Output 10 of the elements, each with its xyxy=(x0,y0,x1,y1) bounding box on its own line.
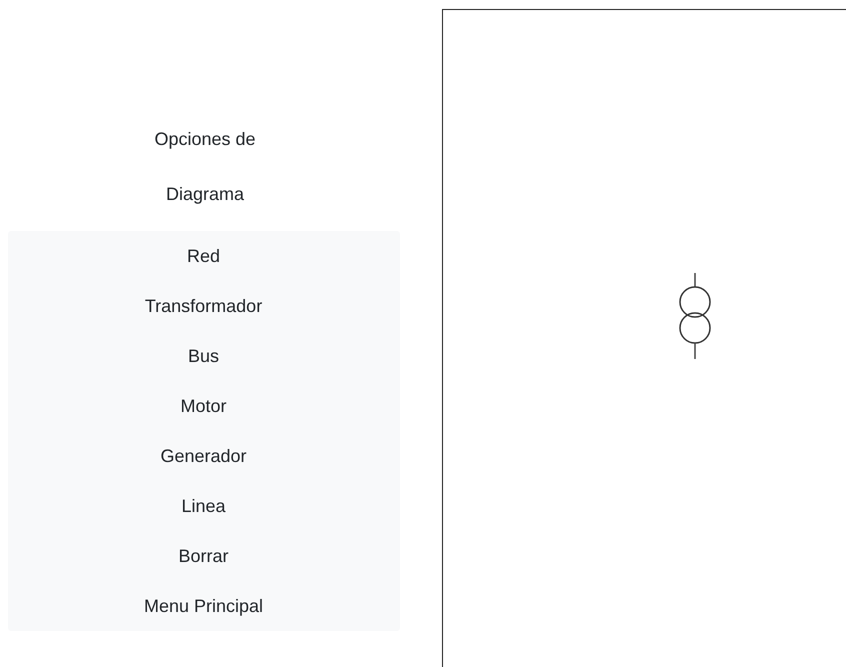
menu-item[interactable]: Transformador xyxy=(136,281,270,331)
menu-item[interactable]: Motor xyxy=(172,381,234,431)
sidebar-title: Opciones de Diagrama xyxy=(153,128,257,206)
menu-item[interactable]: Linea xyxy=(173,481,234,531)
menu-item[interactable]: Bus xyxy=(180,331,228,381)
transformer-symbol[interactable] xyxy=(677,272,713,362)
menu-item[interactable]: Menu Principal xyxy=(136,581,272,631)
menu-item[interactable]: Red xyxy=(178,231,228,281)
menu-item[interactable]: Borrar xyxy=(170,531,236,581)
menu-item[interactable]: Generador xyxy=(152,431,255,481)
